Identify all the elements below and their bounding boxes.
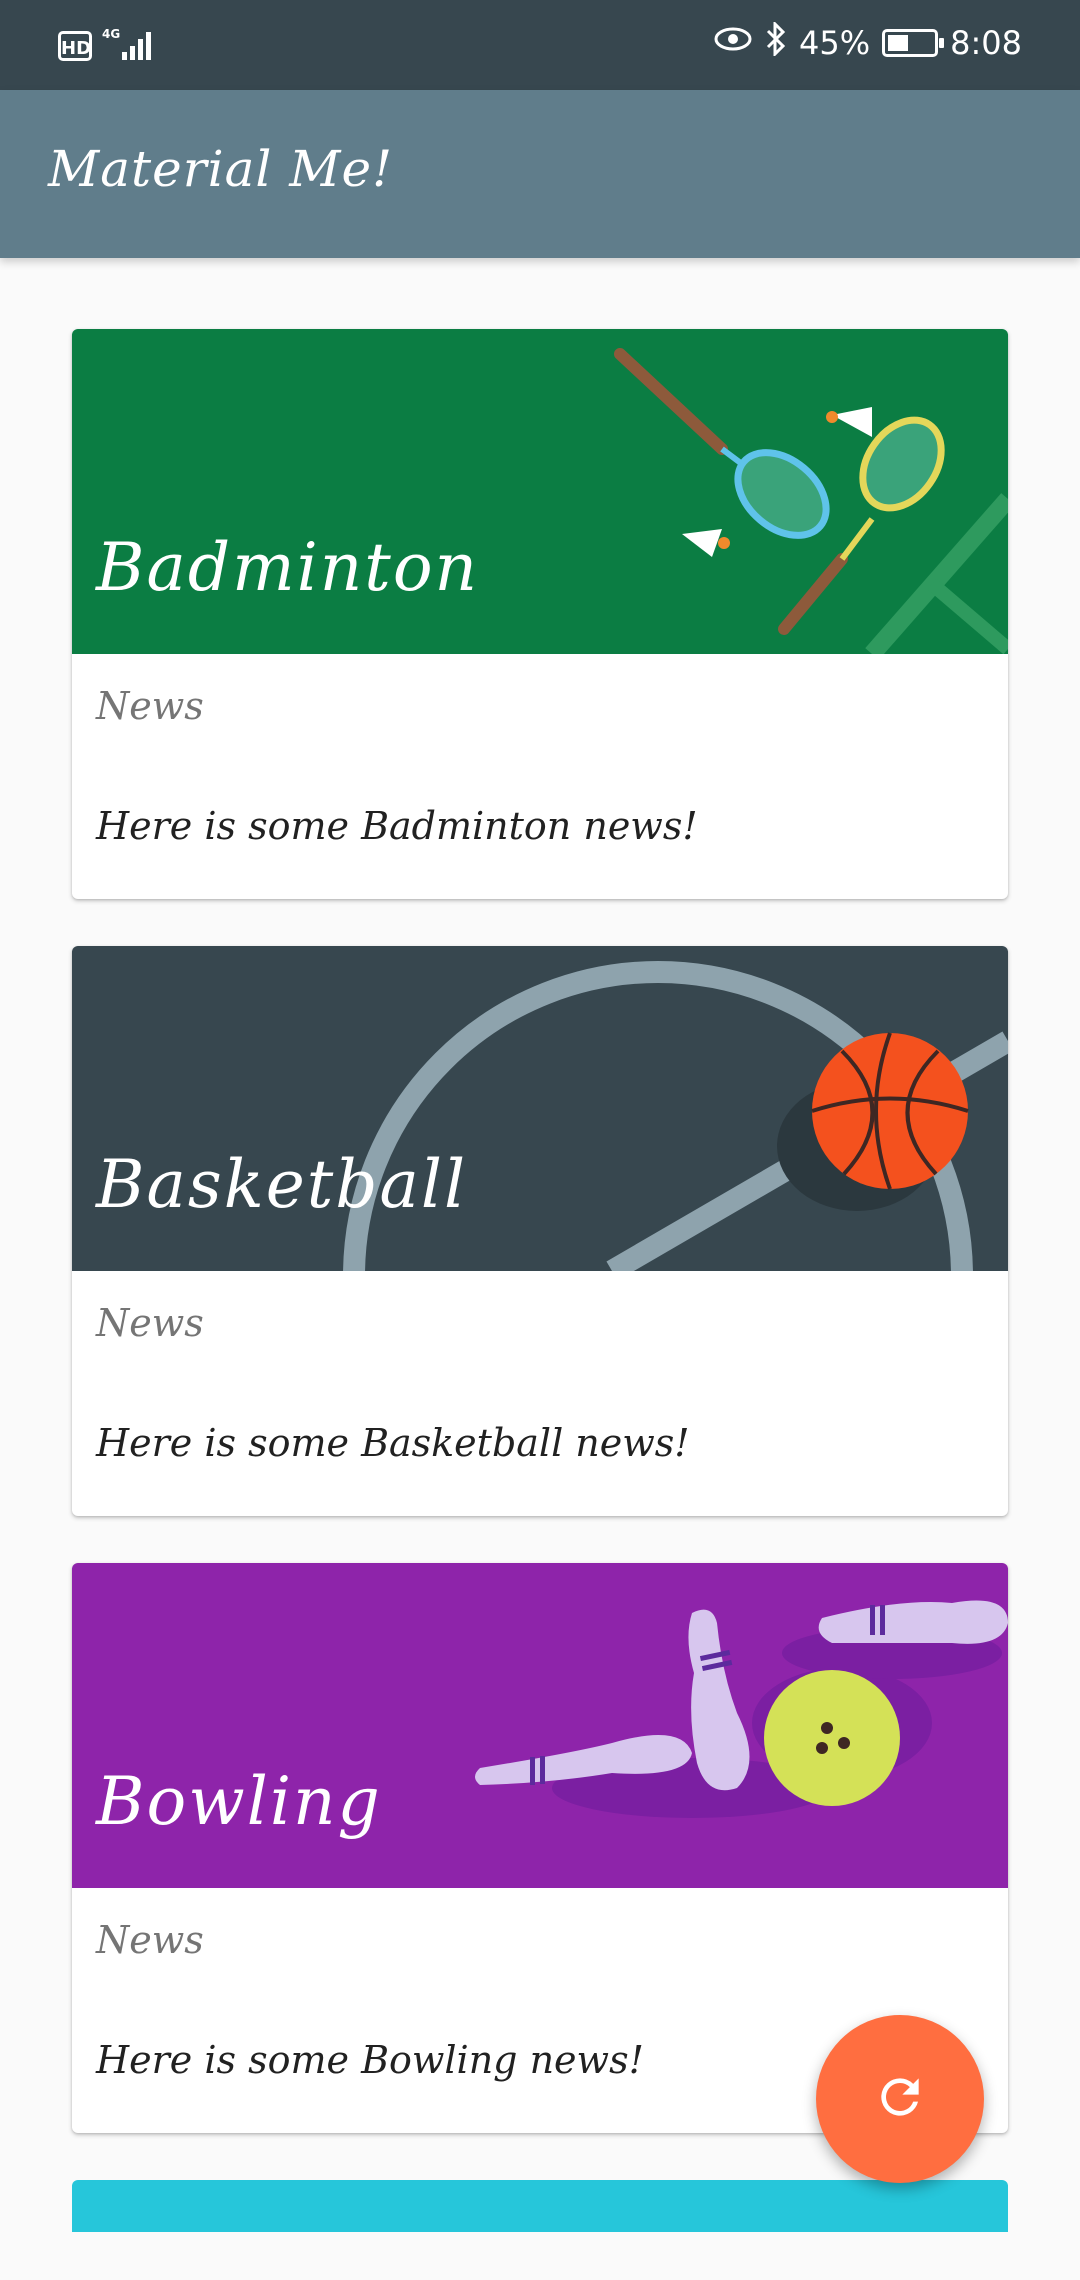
card-hero-image: Basketball (72, 946, 1008, 1271)
card-body-text: Here is some Badminton news! (96, 804, 698, 848)
svg-text:4G: 4G (102, 27, 120, 41)
signal-icon: 4G (102, 26, 158, 66)
battery-percent: 45% (799, 24, 871, 62)
hd-badge: HD (58, 31, 92, 61)
refresh-icon (872, 2069, 928, 2129)
status-bar: HD 4G 45% 8:08 (0, 0, 1080, 90)
app-title: Material Me! (48, 140, 394, 198)
sport-card-partial[interactable] (72, 2180, 1008, 2232)
sport-card-basketball[interactable]: Basketball News Here is some Basketball … (72, 946, 1008, 1516)
bluetooth-icon (765, 20, 787, 64)
battery-icon (882, 29, 945, 57)
eye-icon (713, 24, 753, 62)
card-hero-image: Bowling (72, 1563, 1008, 1888)
card-subtitle: News (96, 1918, 204, 1962)
card-body-text: Here is some Bowling news! (96, 2038, 644, 2082)
status-right-icons: 45% 8:08 (713, 20, 1022, 64)
app-bar: Material Me! (0, 90, 1080, 258)
refresh-fab-button[interactable] (816, 2015, 984, 2183)
card-title: Badminton (96, 529, 480, 606)
status-left-icons: HD 4G (58, 26, 158, 66)
clock: 8:08 (950, 24, 1022, 62)
card-hero-image: Badminton (72, 329, 1008, 654)
card-subtitle: News (96, 1301, 204, 1345)
card-body-text: Here is some Basketball news! (96, 1421, 690, 1465)
sport-card-badminton[interactable]: Badminton News Here is some Badminton ne… (72, 329, 1008, 899)
card-title: Bowling (96, 1763, 382, 1840)
card-title: Basketball (96, 1146, 468, 1223)
card-subtitle: News (96, 684, 204, 728)
